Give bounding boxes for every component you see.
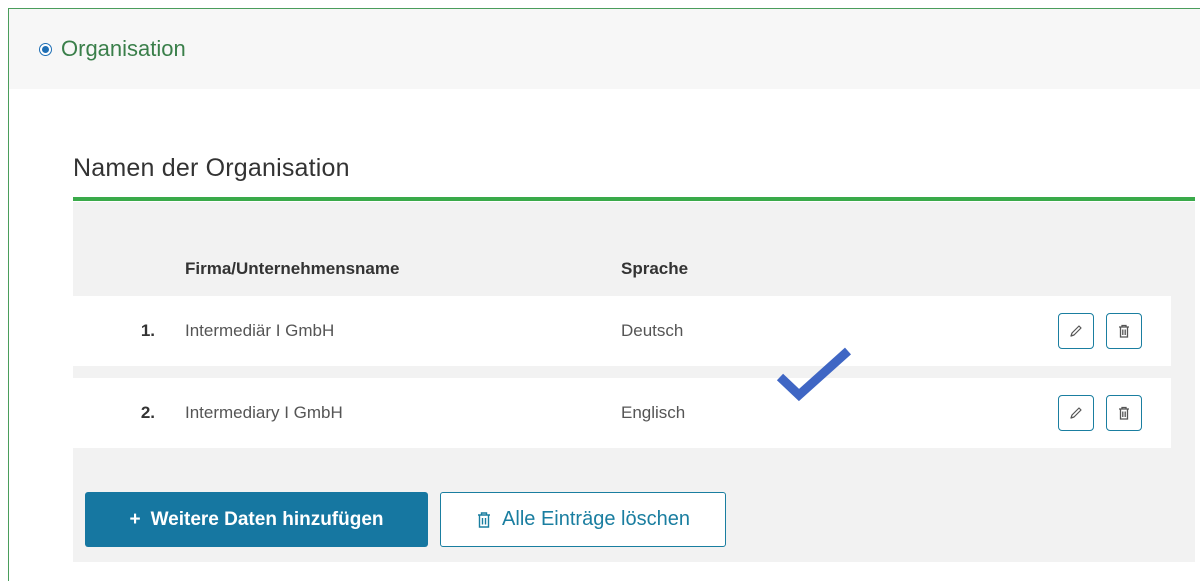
add-more-data-label: Weitere Daten hinzufügen	[150, 508, 384, 530]
checkmark-icon	[776, 347, 852, 402]
section-divider	[73, 197, 1195, 201]
panel-title: Organisation	[61, 36, 186, 61]
add-more-data-button[interactable]: + Weitere Daten hinzufügen	[85, 492, 428, 547]
radio-selected-icon[interactable]	[39, 42, 52, 56]
language-cell: Deutsch	[621, 321, 684, 340]
delete-row-button[interactable]	[1106, 395, 1142, 431]
delete-all-entries-label: Alle Einträge löschen	[502, 508, 690, 530]
column-header-company-name: Firma/Unternehmensname	[185, 259, 400, 278]
organisation-panel: Organisation Namen der Organisation Firm…	[8, 8, 1200, 581]
language-cell: Englisch	[621, 403, 686, 422]
table-row: 1. Intermediär I GmbH Deutsch	[73, 296, 1171, 366]
section-title: Namen der Organisation	[73, 154, 350, 182]
names-table: Firma/Unternehmensname Sprache 1. Interm…	[73, 202, 1195, 562]
pencil-icon	[1070, 407, 1082, 419]
company-name-cell: Intermediär I GmbH	[185, 321, 335, 340]
pencil-icon	[1070, 325, 1082, 337]
plus-icon: +	[129, 508, 141, 530]
trash-icon	[478, 511, 491, 528]
column-header-language: Sprache	[621, 259, 689, 278]
panel-header[interactable]: Organisation	[9, 9, 1200, 89]
table-row: 2. Intermediary I GmbH Englisch	[73, 378, 1171, 448]
delete-all-entries-button[interactable]: Alle Einträge löschen	[440, 492, 726, 547]
trash-icon	[1119, 324, 1129, 338]
row-number: 1.	[140, 321, 155, 340]
company-name-cell: Intermediary I GmbH	[185, 403, 343, 422]
row-number: 2.	[140, 403, 155, 422]
delete-row-button[interactable]	[1106, 313, 1142, 349]
edit-row-button[interactable]	[1058, 395, 1094, 431]
trash-icon	[1119, 406, 1129, 420]
edit-row-button[interactable]	[1058, 313, 1094, 349]
